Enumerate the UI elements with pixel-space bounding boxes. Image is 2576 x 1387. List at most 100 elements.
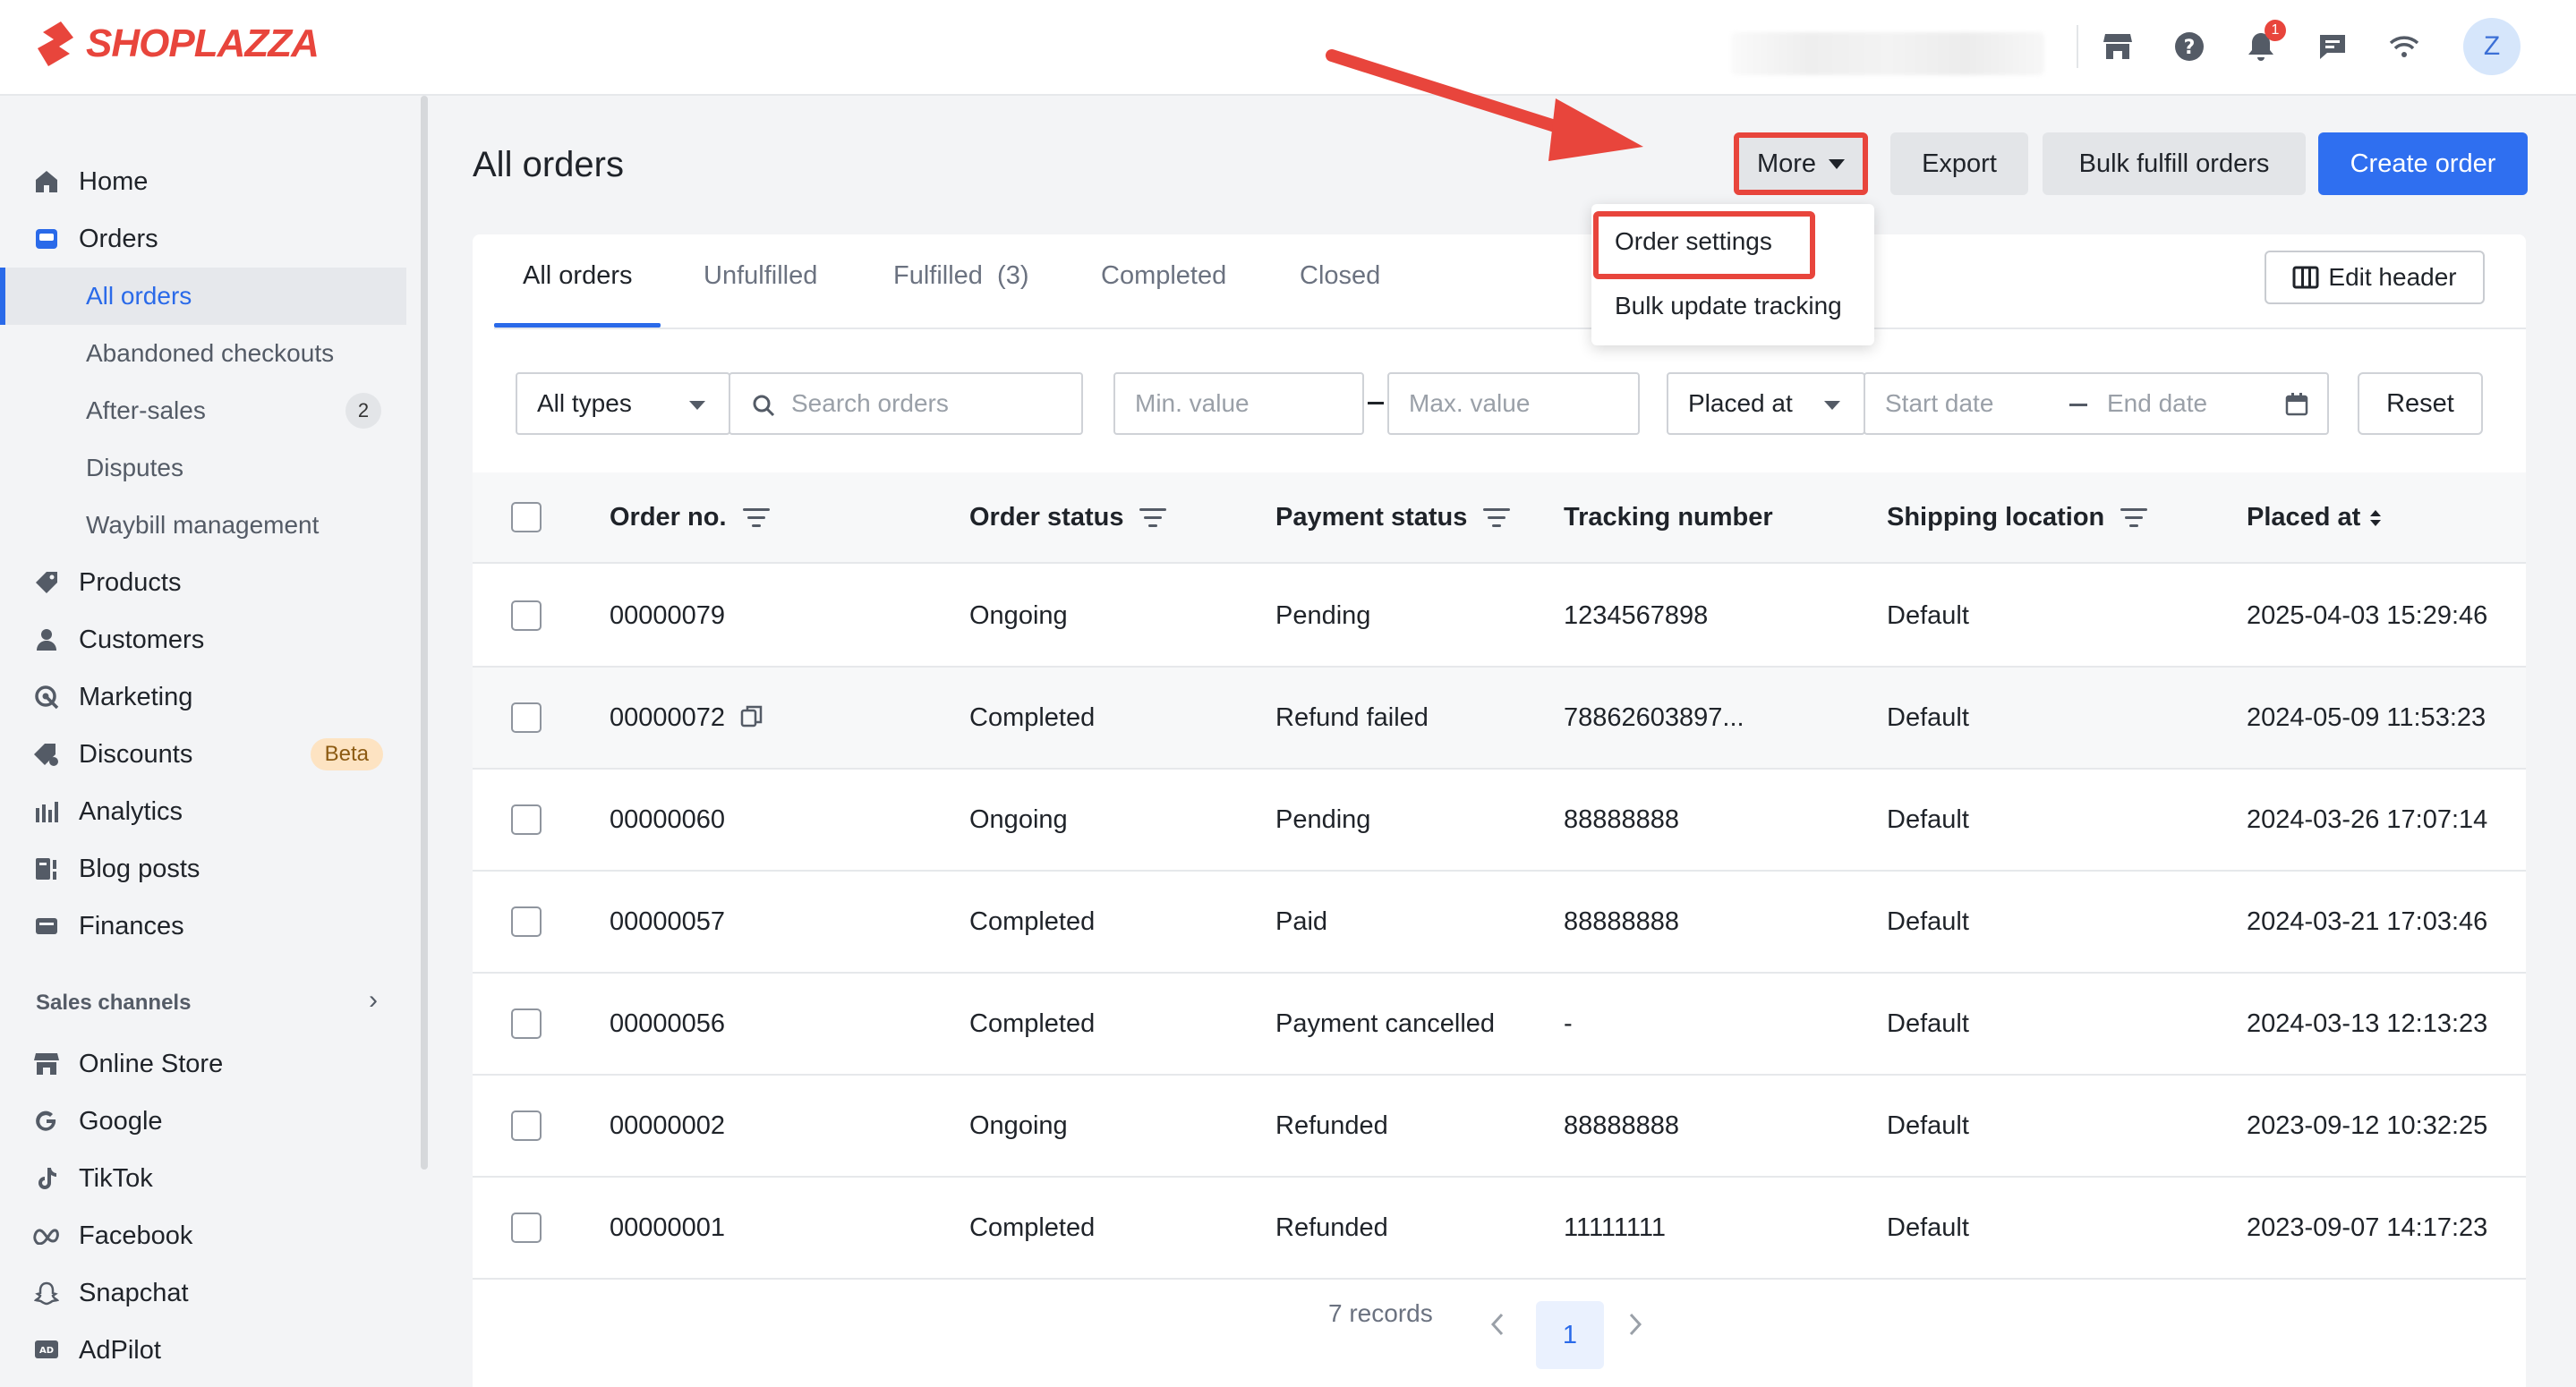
table-row[interactable] (473, 1076, 2526, 1178)
filter-icon[interactable] (742, 507, 770, 528)
tab-closed[interactable]: Closed (1300, 261, 1380, 291)
sidebar-scrollbar[interactable] (421, 96, 428, 1170)
sidebar-item-snapchat[interactable]: Snapchat (0, 1264, 406, 1322)
date-type-select[interactable]: Placed at (1667, 372, 1865, 435)
page-number-button[interactable]: 1 (1536, 1301, 1604, 1369)
cell-payment-status: Paid (1275, 907, 1328, 936)
sales-channels-title: Sales channels (36, 991, 192, 1015)
cell-order-number[interactable]: 00000072 (610, 703, 725, 733)
sidebar-item-marketing[interactable]: Marketing (0, 668, 406, 726)
bell-icon[interactable]: 1 (2241, 20, 2286, 66)
row-checkbox[interactable] (511, 906, 542, 937)
row-checkbox[interactable] (511, 804, 542, 835)
sidebar-item-label: All orders (86, 282, 192, 310)
sidebar-item-home[interactable]: Home (0, 153, 406, 210)
export-button[interactable]: Export (1890, 132, 2028, 195)
column-header-payment-status[interactable]: Payment status (1275, 503, 1511, 532)
date-range-picker[interactable]: Start date End date (1864, 372, 2329, 435)
sidebar-item-google[interactable]: Google (0, 1093, 406, 1150)
min-value-input[interactable]: Min. value (1113, 372, 1364, 435)
cell-payment-status: Pending (1275, 805, 1371, 834)
search-input[interactable]: Search orders (729, 372, 1083, 435)
table-row[interactable] (473, 974, 2526, 1076)
range-dash (2069, 404, 2087, 406)
create-order-button[interactable]: Create order (2318, 132, 2528, 195)
sidebar-item-discounts[interactable]: Discounts Beta (0, 726, 406, 783)
sidebar-item-adpilot[interactable]: AD AdPilot (0, 1322, 406, 1379)
edit-header-button[interactable]: Edit header (2265, 251, 2485, 304)
reset-button[interactable]: Reset (2358, 372, 2483, 435)
cell-order-number[interactable]: 00000057 (610, 907, 725, 937)
sidebar-subitem-waybill-management[interactable]: Waybill management (0, 497, 406, 554)
sidebar-item-label: Customers (79, 625, 205, 654)
cell-order-number[interactable]: 00000001 (610, 1213, 725, 1243)
type-select[interactable]: All types (516, 372, 730, 435)
table-row[interactable] (473, 770, 2526, 872)
cell-order-number[interactable]: 00000002 (610, 1111, 725, 1141)
sidebar-item-finances[interactable]: Finances (0, 898, 406, 955)
sidebar-item-label: After-sales (86, 396, 206, 424)
sidebar-subitem-all-orders[interactable]: All orders (0, 268, 406, 325)
column-header-placed-at[interactable]: Placed at (2247, 503, 2382, 532)
column-header-order-no[interactable]: Order no. (610, 503, 770, 532)
chevron-right-icon[interactable] (1627, 1312, 1643, 1343)
chevron-left-icon[interactable] (1489, 1312, 1506, 1343)
row-checkbox[interactable] (511, 1213, 542, 1243)
filter-icon[interactable] (2120, 507, 2148, 528)
cell-tracking-number: 78862603897... (1564, 703, 1744, 732)
chat-icon[interactable] (2313, 27, 2352, 66)
select-all-checkbox[interactable] (511, 502, 542, 532)
sidebar-subitem-after-sales[interactable]: After-sales 2 (0, 382, 406, 439)
sidebar-item-label: Orders (79, 224, 158, 253)
column-header-order-status[interactable]: Order status (969, 503, 1167, 532)
sidebar-item-label: Discounts (79, 739, 193, 769)
chevron-right-icon[interactable]: › (369, 985, 378, 1016)
tab-fulfilled[interactable]: Fulfilled (3) (893, 261, 1029, 291)
sidebar-subitem-disputes[interactable]: Disputes (0, 439, 406, 497)
cell-tracking-number: 1234567898 (1564, 601, 1709, 630)
cell-order-number[interactable]: 00000079 (610, 601, 725, 631)
table-row[interactable] (473, 872, 2526, 974)
menu-item-bulk-update-tracking[interactable]: Bulk update tracking (1615, 292, 1842, 320)
sidebar-subitem-abandoned-checkouts[interactable]: Abandoned checkouts (0, 325, 406, 382)
copy-icon[interactable] (739, 703, 764, 728)
sidebar-item-products[interactable]: Products (0, 554, 406, 611)
sidebar-item-label: Facebook (79, 1221, 193, 1250)
shoplazza-logo[interactable]: SHOPLAZZA (34, 20, 320, 68)
row-checkbox[interactable] (511, 1008, 542, 1039)
cell-placed-at: 2024-05-09 11:53:23 (2247, 703, 2486, 732)
sort-icon[interactable] (2369, 509, 2382, 527)
cell-order-number[interactable]: 00000056 (610, 1009, 725, 1039)
table-row[interactable] (473, 566, 2526, 668)
tab-all-orders[interactable]: All orders (523, 261, 633, 291)
bulk-fulfill-button[interactable]: Bulk fulfill orders (2043, 132, 2306, 195)
sidebar-item-analytics[interactable]: Analytics (0, 783, 406, 840)
tab-unfulfilled[interactable]: Unfulfilled (704, 261, 817, 291)
max-value-input[interactable]: Max. value (1387, 372, 1640, 435)
row-checkbox[interactable] (511, 1110, 542, 1141)
sidebar-item-online-store[interactable]: Online Store (0, 1035, 406, 1093)
column-header-shipping-location[interactable]: Shipping location (1887, 503, 2148, 532)
filter-icon[interactable] (1139, 507, 1167, 528)
table-row[interactable] (473, 1178, 2526, 1280)
tab-completed[interactable]: Completed (1101, 261, 1226, 291)
store-icon[interactable] (2098, 27, 2137, 66)
row-checkbox[interactable] (511, 702, 542, 733)
table-row[interactable] (473, 668, 2526, 770)
sidebar-item-tiktok[interactable]: TikTok (0, 1150, 406, 1207)
divider (2077, 25, 2078, 68)
top-bar: SHOPLAZZA ? 1 Z (0, 0, 2576, 96)
sidebar-item-customers[interactable]: Customers (0, 611, 406, 668)
row-checkbox[interactable] (511, 600, 542, 631)
filter-icon[interactable] (1483, 507, 1511, 528)
tag-icon (30, 566, 63, 599)
sidebar-item-facebook[interactable]: Facebook (0, 1207, 406, 1264)
sidebar-item-label: AdPilot (79, 1335, 161, 1365)
cell-tracking-number: - (1564, 1009, 1573, 1038)
sidebar-item-blog-posts[interactable]: Blog posts (0, 840, 406, 898)
wifi-icon[interactable] (2384, 27, 2424, 66)
cell-order-number[interactable]: 00000060 (610, 805, 725, 835)
help-icon[interactable]: ? (2170, 27, 2209, 66)
sidebar-item-orders[interactable]: Orders (0, 210, 406, 268)
avatar[interactable]: Z (2463, 18, 2521, 75)
